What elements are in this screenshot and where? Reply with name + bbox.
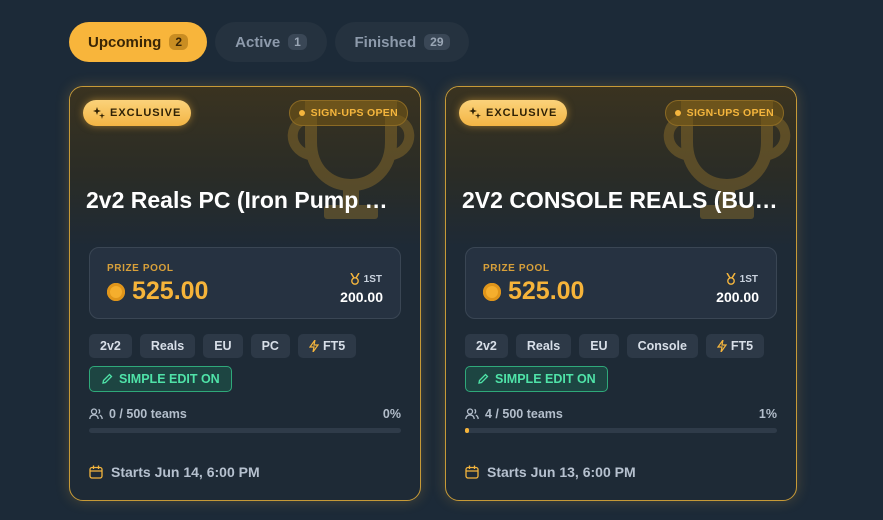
simple-edit-label: SIMPLE EDIT ON — [495, 372, 596, 386]
first-place-label: 1ST — [350, 273, 382, 285]
teams-progress-bar — [465, 428, 777, 433]
medal-icon — [726, 273, 736, 285]
tag-chip: Console — [626, 334, 698, 358]
tab-label: Finished — [354, 33, 417, 51]
signup-status-badge: SIGN-UPS OPEN — [288, 100, 408, 126]
first-label-text: 1ST — [363, 273, 382, 285]
status-dot-icon — [298, 110, 305, 116]
signup-status-badge: SIGN-UPS OPEN — [664, 100, 784, 126]
signup-label: SIGN-UPS OPEN — [310, 107, 398, 119]
prize-value: 525.00 — [508, 277, 585, 305]
simple-edit-label: SIMPLE EDIT ON — [119, 372, 220, 386]
start-time-label: Starts Jun 13, 6:00 PM — [487, 464, 636, 480]
tab-label: Active — [235, 33, 281, 51]
prize-value: 525.00 — [132, 277, 209, 305]
pencil-icon — [102, 373, 113, 384]
tag-label: EU — [214, 339, 232, 353]
tab-count-badge: 29 — [424, 34, 450, 50]
start-time: Starts Jun 13, 6:00 PM — [465, 464, 636, 480]
prize-pool-panel: PRIZE POOL 525.00 1ST 200.00 — [465, 247, 777, 319]
tag-chip: EU — [203, 334, 243, 358]
exclusive-badge: EXCLUSIVE — [83, 100, 192, 126]
exclusive-label: EXCLUSIVE — [110, 107, 182, 119]
first-place-prize: 200.00 — [716, 289, 759, 305]
tag-chip: Reals — [515, 334, 572, 358]
pencil-icon — [478, 373, 489, 384]
users-icon — [89, 408, 103, 420]
tournament-card[interactable]: EXCLUSIVE SIGN-UPS OPEN 2v2 Reals PC (Ir… — [69, 86, 421, 501]
coin-icon — [107, 282, 125, 301]
tag-chip: 2v2 — [89, 334, 132, 358]
tournament-title[interactable]: 2V2 CONSOLE REALS (BUNDLE) — [462, 187, 780, 214]
teams-row: 4 / 500 teams 1% — [465, 407, 777, 421]
tab-active[interactable]: Active 1 — [215, 22, 327, 62]
tag-label: Reals — [526, 339, 561, 353]
teams-progress-fill — [465, 428, 469, 433]
tag-list: 2v2 Reals EU Console FT5 — [465, 334, 765, 358]
status-dot-icon — [674, 110, 681, 116]
tab-upcoming[interactable]: Upcoming 2 — [69, 22, 207, 62]
tag-label: 2v2 — [100, 339, 121, 353]
tag-label: FT5 — [730, 339, 754, 353]
tab-count-badge: 2 — [169, 34, 189, 50]
tag-chip: FT5 — [705, 334, 765, 358]
tag-label: FT5 — [322, 339, 346, 353]
tag-label: EU — [590, 339, 608, 353]
tournament-card[interactable]: EXCLUSIVE SIGN-UPS OPEN 2V2 CONSOLE REAL… — [445, 86, 797, 501]
medal-icon — [350, 273, 360, 285]
lightning-icon — [716, 340, 727, 352]
first-place-label: 1ST — [726, 273, 758, 285]
tag-label: Reals — [150, 339, 185, 353]
teams-row: 0 / 500 teams 0% — [89, 407, 401, 421]
teams-count: 4 / 500 teams — [465, 407, 563, 421]
tab-label: Upcoming — [87, 33, 162, 51]
tab-count-badge: 1 — [288, 34, 307, 50]
teams-label: 0 / 500 teams — [109, 407, 187, 421]
start-time-label: Starts Jun 14, 6:00 PM — [111, 464, 260, 480]
teams-count: 0 / 500 teams — [89, 407, 187, 421]
prize-amount: 525.00 — [107, 277, 208, 306]
prize-pool-panel: PRIZE POOL 525.00 1ST 200.00 — [89, 247, 401, 319]
tag-chip: Reals — [139, 334, 196, 358]
users-icon — [465, 408, 479, 420]
simple-edit-badge: SIMPLE EDIT ON — [89, 366, 232, 392]
prize-pool-label: PRIZE POOL — [483, 263, 550, 274]
calendar-icon — [465, 465, 479, 479]
coin-icon — [483, 282, 501, 301]
calendar-icon — [89, 465, 103, 479]
start-time: Starts Jun 14, 6:00 PM — [89, 464, 260, 480]
fill-percent: 0% — [382, 407, 401, 421]
tab-bar: Upcoming 2 Active 1 Finished 29 — [69, 22, 469, 62]
prize-pool-label: PRIZE POOL — [107, 263, 174, 274]
lightning-icon — [308, 340, 319, 352]
sparkles-icon — [469, 107, 481, 119]
prize-amount: 525.00 — [483, 277, 584, 306]
simple-edit-badge: SIMPLE EDIT ON — [465, 366, 608, 392]
first-place-prize: 200.00 — [340, 289, 383, 305]
tag-list: 2v2 Reals EU PC FT5 — [89, 334, 357, 358]
sparkles-icon — [93, 107, 105, 119]
tag-label: 2v2 — [476, 339, 497, 353]
exclusive-badge: EXCLUSIVE — [459, 100, 568, 126]
tag-chip: PC — [250, 334, 290, 358]
tag-chip: FT5 — [297, 334, 357, 358]
tag-label: PC — [261, 339, 279, 353]
tag-chip: EU — [579, 334, 619, 358]
signup-label: SIGN-UPS OPEN — [686, 107, 774, 119]
fill-percent: 1% — [758, 407, 777, 421]
tournament-title[interactable]: 2v2 Reals PC (Iron Pump Bundle) — [86, 187, 404, 214]
teams-label: 4 / 500 teams — [485, 407, 563, 421]
teams-progress-bar — [89, 428, 401, 433]
tag-label: Console — [637, 339, 687, 353]
exclusive-label: EXCLUSIVE — [486, 107, 558, 119]
tag-chip: 2v2 — [465, 334, 508, 358]
tab-finished[interactable]: Finished 29 — [335, 22, 469, 62]
first-label-text: 1ST — [739, 273, 758, 285]
